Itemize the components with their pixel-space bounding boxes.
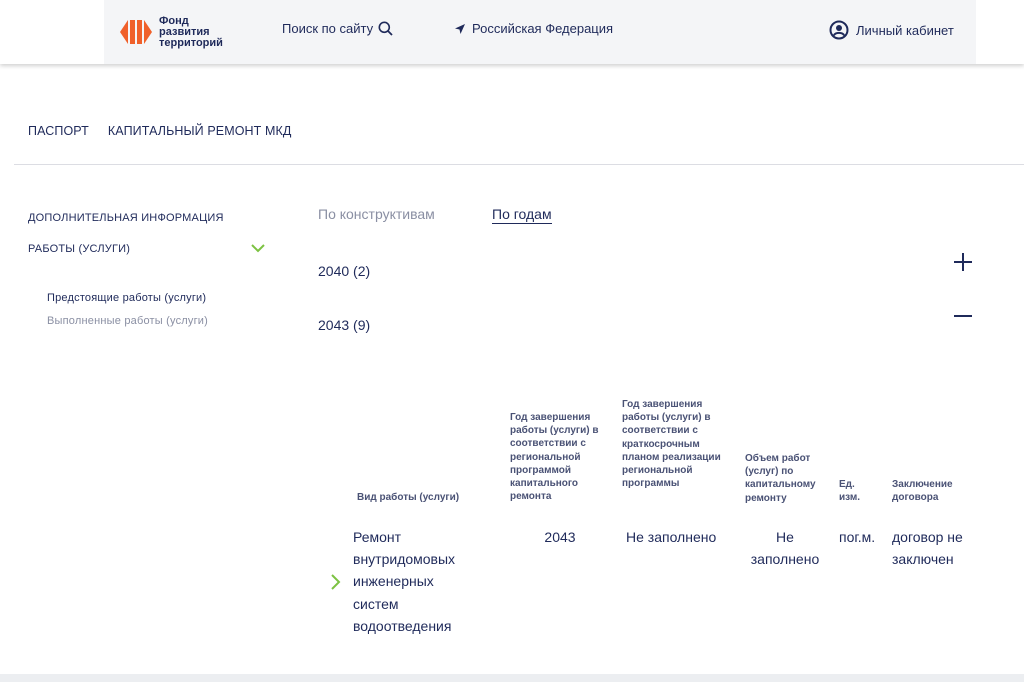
cell-year-short: Не заполнено — [626, 529, 717, 545]
tab-by-years[interactable]: По годам — [492, 206, 552, 224]
header-work-type: Вид работы (услуги) — [357, 492, 460, 503]
cell-volume: Не заполнено — [750, 529, 820, 568]
user-icon — [829, 20, 849, 40]
header-contract: Заключение договора — [892, 479, 953, 504]
cell-work-type: Ремонт внутридомовых инженерных систем в… — [353, 529, 456, 634]
header-volume: Объем работ (услуг) по капитальному ремо… — [745, 453, 816, 504]
header-year-regional: Год завершения работы (услуги) в соответ… — [510, 412, 599, 503]
header-year-short: Год завершения работы (услуги) в соответ… — [622, 399, 721, 490]
year-group-2040[interactable]: 2040 (2) — [318, 263, 370, 279]
header-unit: Ед. изм. — [839, 479, 861, 504]
cabinet-label: Личный кабинет — [856, 22, 954, 38]
chevron-down-icon[interactable] — [250, 242, 266, 254]
plus-icon[interactable] — [953, 252, 973, 272]
footer-band — [0, 674, 1024, 682]
tab-capital-repair[interactable]: КАПИТАЛЬНЫЙ РЕМОНТ МКД — [108, 124, 292, 138]
divider — [14, 164, 1024, 165]
logo-icon — [120, 20, 152, 44]
tab-passport[interactable]: ПАСПОРТ — [28, 124, 89, 138]
search-icon — [378, 21, 393, 36]
site-logo[interactable]: Фонд развития территорий — [118, 12, 238, 52]
sidebar-item-additional-info[interactable]: ДОПОЛНИТЕЛЬНАЯ ИНФОРМАЦИЯ — [28, 212, 224, 224]
sidebar-subitem-completed[interactable]: Выполненные работы (услуги) — [47, 315, 208, 327]
cell-year-regional: 2043 — [544, 529, 576, 545]
tab-by-constructives[interactable]: По конструктивам — [318, 206, 435, 222]
sidebar-subitem-upcoming[interactable]: Предстоящие работы (услуги) — [47, 292, 206, 304]
region-label: Российская Федерация — [472, 21, 614, 36]
chevron-right-icon[interactable] — [328, 573, 342, 591]
year-group-2043[interactable]: 2043 (9) — [318, 317, 370, 333]
logo-text: Фонд развития территорий — [159, 14, 223, 49]
minus-icon[interactable] — [953, 306, 973, 326]
top-tabs: ПАСПОРТ КАПИТАЛЬНЫЙ РЕМОНТ МКД — [28, 124, 291, 138]
cell-contract: договор не заключен — [892, 529, 963, 568]
location-arrow-icon — [455, 23, 465, 34]
cell-unit: пог.м. — [839, 529, 876, 545]
region-selector[interactable]: Российская Федерация — [454, 21, 613, 36]
sidebar-item-works[interactable]: РАБОТЫ (УСЛУГИ) — [28, 243, 130, 255]
personal-cabinet-link[interactable]: Личный кабинет — [829, 20, 954, 40]
search-label: Поиск по сайту — [282, 21, 374, 36]
search-link[interactable]: Поиск по сайту — [282, 21, 393, 36]
